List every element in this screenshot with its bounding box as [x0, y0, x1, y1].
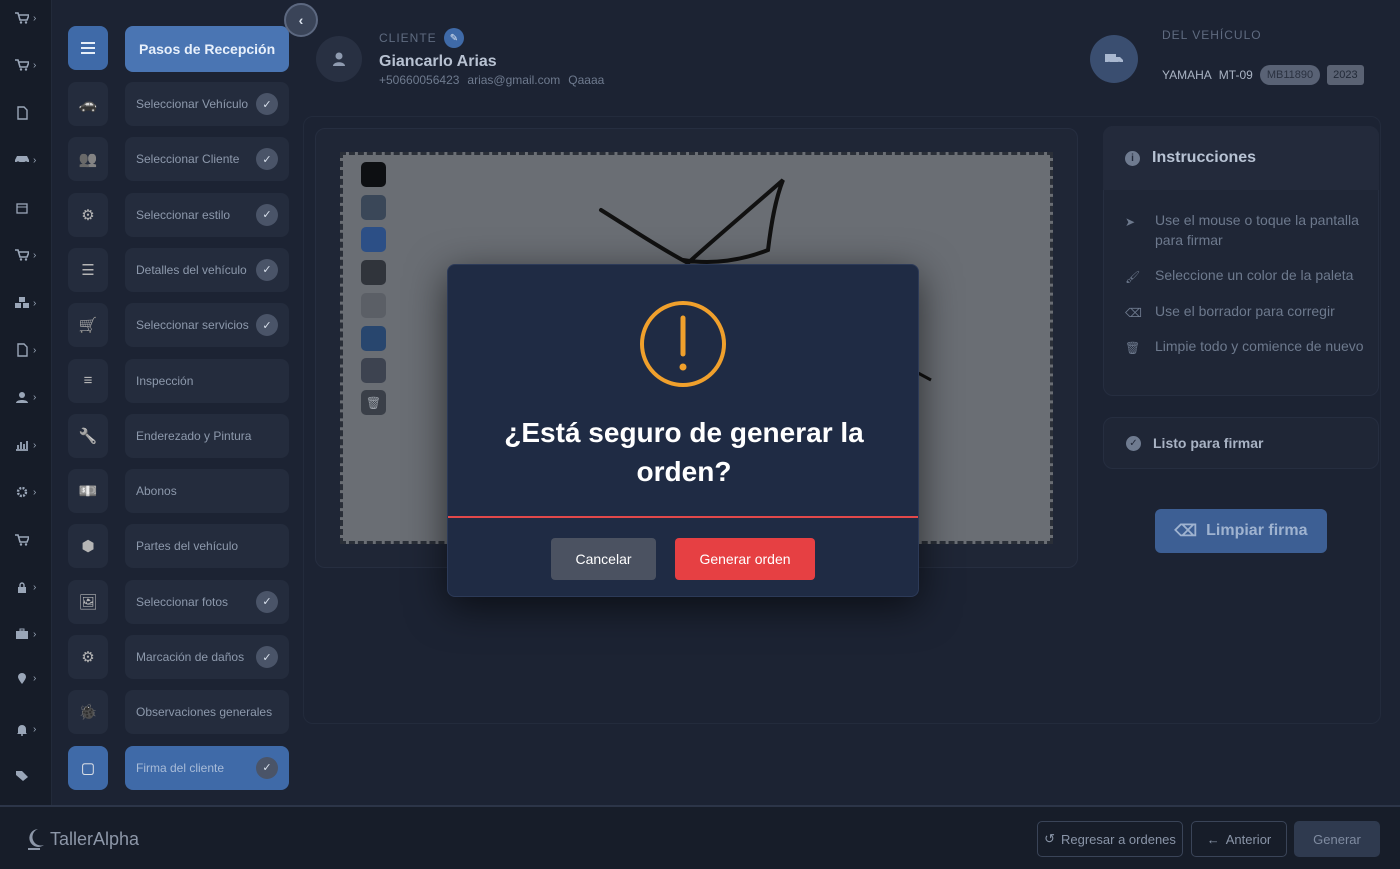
- dialog-divider: [448, 516, 918, 518]
- generate-order-button[interactable]: Generar orden: [675, 538, 815, 580]
- confirm-dialog: ¿Está seguro de generar la orden? Cancel…: [447, 264, 919, 597]
- dialog-title: ¿Está seguro de generar la orden?: [504, 417, 864, 487]
- cancel-button[interactable]: Cancelar: [551, 538, 656, 580]
- warning-icon: [640, 301, 726, 387]
- app-root: › › › › › › › › › › › › › Pasos de Recep…: [0, 0, 1400, 869]
